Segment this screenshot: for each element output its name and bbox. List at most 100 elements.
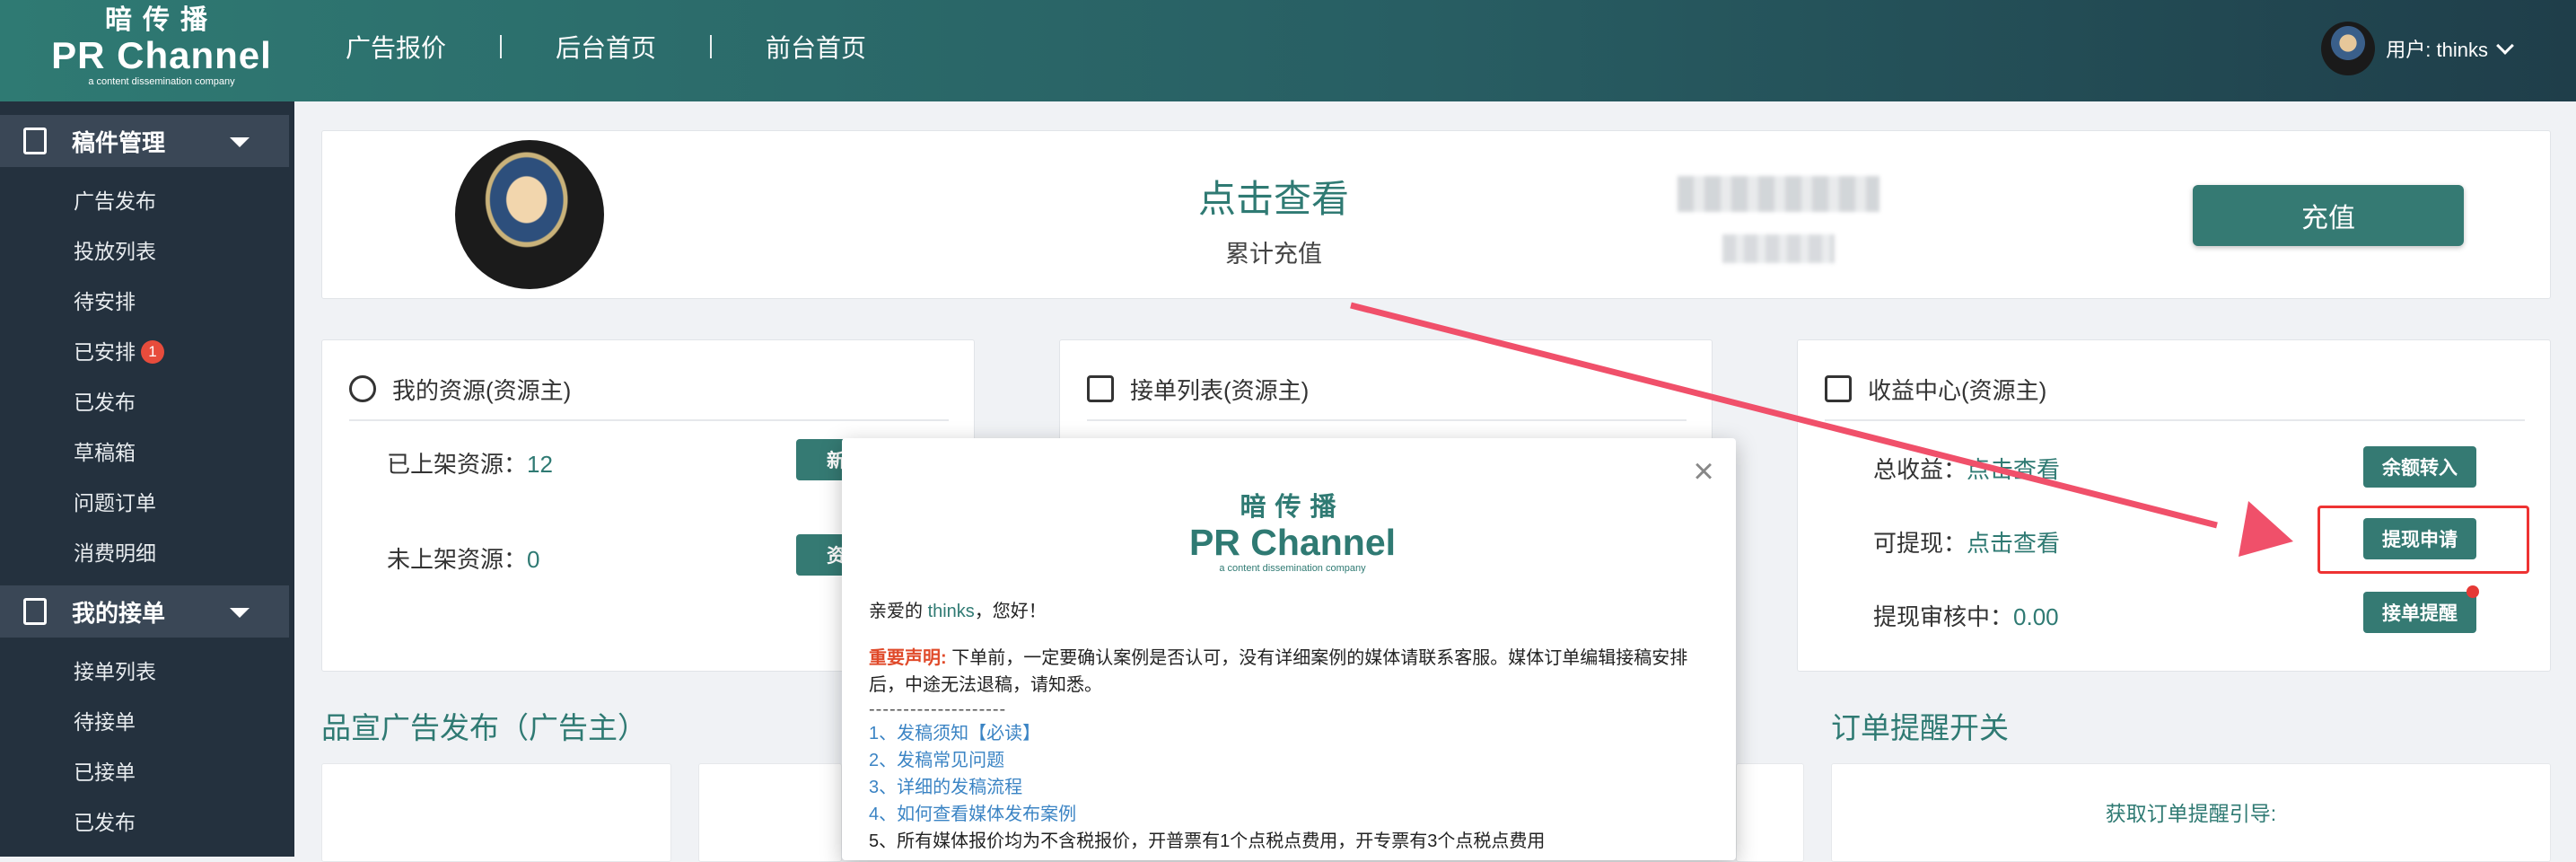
blurred-info bbox=[1678, 176, 1879, 212]
withdraw-pending-value: 0.00 bbox=[2013, 603, 2059, 630]
sidebar: 稿件管理 广告发布 投放列表 待安排 已安排 1 已发布 草稿箱 问题订单 消费明… bbox=[0, 101, 294, 857]
withdraw-pending-label: 提现审核中： bbox=[1873, 603, 2014, 630]
withdrawable-link[interactable]: 点击查看 bbox=[1967, 530, 2060, 557]
nav-divider bbox=[500, 35, 503, 58]
sidebar-item-order-published[interactable]: 已发布 bbox=[0, 797, 294, 848]
top-nav: 广告报价 后台首页 前台首页 bbox=[346, 27, 866, 66]
total-income: 总收益：点击查看 bbox=[1873, 452, 2060, 485]
panel-title: 收益中心(资源主) bbox=[1868, 376, 2047, 404]
nav-backend-home[interactable]: 后台首页 bbox=[556, 29, 656, 65]
sidebar-item-pending[interactable]: 待安排 bbox=[0, 277, 294, 327]
sidebar-item-ad-publish[interactable]: 广告发布 bbox=[0, 176, 294, 226]
sidebar-item-awaiting[interactable]: 待接单 bbox=[0, 697, 294, 747]
listed-value: 12 bbox=[527, 451, 553, 478]
important-notice: 重要声明: 下单前，一定要确认案例是否认可，没有详细案例的媒体请联系客服。媒体订… bbox=[869, 645, 1713, 699]
sidebar-item-published[interactable]: 已发布 bbox=[0, 377, 294, 427]
withdrawable: 可提现：点击查看 bbox=[1873, 525, 2060, 559]
close-icon[interactable]: × bbox=[1687, 453, 1720, 489]
guide-link[interactable]: 4、如何查看媒体发布案例 bbox=[869, 801, 1713, 828]
remind-card: 获取订单提醒引导: bbox=[1831, 763, 2551, 862]
ad-card bbox=[698, 763, 842, 862]
logo-en-text: PR Channel bbox=[51, 34, 272, 76]
panel-header: 接单列表(资源主) bbox=[1087, 358, 1687, 421]
greeting-suffix: ，您好！ bbox=[974, 602, 1047, 621]
panel-title: 接单列表(资源主) bbox=[1130, 376, 1310, 404]
sidebar-item-order-list[interactable]: 接单列表 bbox=[0, 646, 294, 697]
recharge-total-label: 累计充值 bbox=[1225, 241, 1322, 268]
modal-logo-cn: 暗传播 bbox=[1240, 493, 1345, 522]
total-income-label: 总收益： bbox=[1873, 456, 1967, 483]
greeting-prefix: 亲爱的 bbox=[869, 602, 928, 621]
sidebar-section-manuscripts[interactable]: 稿件管理 bbox=[0, 115, 289, 167]
sidebar-item-delivery-list[interactable]: 投放列表 bbox=[0, 226, 294, 277]
panel-header: 我的资源(资源主) bbox=[349, 358, 949, 421]
sidebar-item-accepted[interactable]: 已接单 bbox=[0, 747, 294, 797]
sidebar-item-label: 已安排 bbox=[74, 340, 136, 364]
greeting-name: thinks bbox=[927, 602, 975, 621]
unlisted-value: 0 bbox=[527, 546, 540, 573]
sidebar-section-title: 我的接单 bbox=[72, 599, 166, 627]
clipboard-icon bbox=[23, 598, 47, 625]
caret-down-icon bbox=[230, 137, 250, 147]
nav-ad-pricing[interactable]: 广告报价 bbox=[346, 29, 446, 65]
unlisted-label: 未上架资源： bbox=[387, 546, 528, 573]
user-label: 用户: thinks bbox=[2386, 39, 2488, 61]
avatar[interactable] bbox=[2321, 22, 2376, 75]
greeting: 亲爱的 thinks，您好！ bbox=[869, 598, 1713, 625]
balance-transfer-button[interactable]: 余额转入 bbox=[2363, 446, 2476, 488]
user-menu[interactable]: 用户: thinks bbox=[2321, 22, 2514, 75]
recharge-total-link[interactable]: 点击查看 bbox=[1139, 169, 1408, 224]
top-header: 暗传播 PR Channel a content dissemination c… bbox=[0, 0, 2576, 101]
count-badge: 1 bbox=[141, 339, 164, 364]
logo-tagline: a content dissemination company bbox=[88, 76, 235, 87]
withdraw-pending: 提现审核中：0.00 bbox=[1873, 599, 2059, 632]
sidebar-item-spending[interactable]: 消费明细 bbox=[0, 528, 294, 578]
recharge-button[interactable]: 充值 bbox=[2193, 185, 2464, 246]
order-remind-section-title: 订单提醒开关 bbox=[1831, 711, 2009, 744]
calendar-check-icon bbox=[1087, 375, 1114, 402]
remind-guide-text: 获取订单提醒引导: bbox=[2105, 802, 2277, 825]
chevron-down-icon[interactable] bbox=[2496, 37, 2514, 55]
notification-dot bbox=[2466, 585, 2479, 598]
panel-header: 收益中心(资源主) bbox=[1825, 358, 2525, 421]
sidebar-item-problem-orders[interactable]: 问题订单 bbox=[0, 478, 294, 528]
ad-card bbox=[321, 763, 671, 862]
blurred-info bbox=[1722, 234, 1835, 263]
modal-logo-en: PR Channel bbox=[1188, 522, 1397, 563]
sidebar-menu-manuscripts: 广告发布 投放列表 待安排 已安排 1 已发布 草稿箱 问题订单 消费明细 bbox=[0, 167, 294, 578]
divider-dashes: -------------------- bbox=[869, 699, 1007, 719]
sidebar-item-drafts[interactable]: 草稿箱 bbox=[0, 427, 294, 478]
download-box-icon bbox=[1825, 375, 1852, 402]
sidebar-menu-my-orders: 接单列表 待接单 已接单 已发布 bbox=[0, 638, 294, 848]
unlisted-resources: 未上架资源：0 bbox=[387, 541, 539, 575]
guide-link[interactable]: 2、发稿常见问题 bbox=[869, 747, 1713, 774]
document-icon bbox=[23, 128, 47, 154]
caret-down-icon bbox=[230, 608, 250, 618]
withdrawable-label: 可提现： bbox=[1873, 530, 1967, 557]
summary-card: 点击查看 累计充值 充值 bbox=[321, 130, 2551, 299]
annotation-highlight-box bbox=[2318, 506, 2529, 574]
guide-link[interactable]: 1、发稿须知【必读】 bbox=[869, 720, 1713, 747]
modal-logo: 暗传播 PR Channel a content dissemination c… bbox=[1185, 492, 1400, 575]
order-remind-button[interactable]: 接单提醒 bbox=[2363, 592, 2476, 633]
guide-links: 1、发稿须知【必读】 2、发稿常见问题 3、详细的发稿流程 4、如何查看媒体发布… bbox=[869, 720, 1713, 828]
listed-label: 已上架资源： bbox=[387, 451, 528, 478]
guide-link[interactable]: 3、详细的发稿流程 bbox=[869, 774, 1713, 801]
ad-card bbox=[1736, 763, 1804, 862]
tax-note: 5、所有媒体报价均为不含税报价，开普票有1个点税点费用，开专票有3个点税点费用 bbox=[869, 831, 1546, 851]
logo[interactable]: 暗传播 PR Channel a content dissemination c… bbox=[49, 5, 274, 92]
sidebar-section-title: 稿件管理 bbox=[72, 128, 166, 156]
notice-label: 重要声明: bbox=[869, 648, 947, 668]
total-income-link[interactable]: 点击查看 bbox=[1967, 456, 2060, 483]
profile-avatar bbox=[455, 140, 604, 289]
grid-icon bbox=[349, 375, 376, 402]
notice-modal: × 暗传播 PR Channel a content dissemination… bbox=[842, 438, 1736, 860]
ad-publish-section-title: 品宣广告发布（广告主） bbox=[321, 711, 647, 744]
nav-divider bbox=[710, 35, 713, 58]
listed-resources: 已上架资源：12 bbox=[387, 446, 553, 479]
sidebar-section-my-orders[interactable]: 我的接单 bbox=[0, 585, 289, 638]
sidebar-item-arranged[interactable]: 已安排 1 bbox=[0, 327, 294, 377]
nav-frontend-home[interactable]: 前台首页 bbox=[766, 29, 866, 65]
modal-logo-tagline: a content dissemination company bbox=[1219, 563, 1366, 574]
notice-text: 下单前，一定要确认案例是否认可，没有详细案例的媒体请联系客服。媒体订单编辑接稿安… bbox=[869, 648, 1688, 695]
